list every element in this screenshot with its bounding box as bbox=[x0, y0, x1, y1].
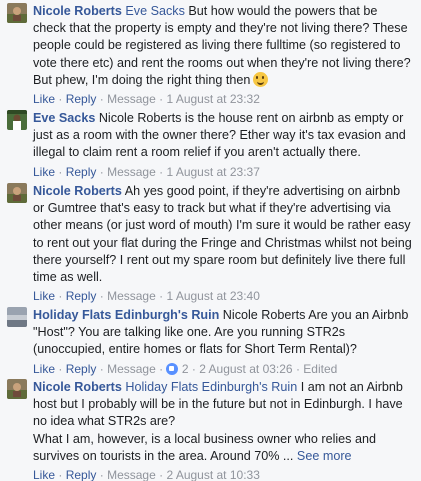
avatar[interactable] bbox=[7, 307, 27, 327]
edited-label[interactable]: Edited bbox=[303, 362, 337, 376]
like-link[interactable]: Like bbox=[33, 165, 55, 179]
like-link[interactable]: Like bbox=[33, 92, 55, 106]
comment-actions: Like · Reply · Message · 1 August at 23:… bbox=[33, 289, 260, 304]
comment-timestamp[interactable]: 1 August at 23:32 bbox=[166, 92, 259, 106]
comment-actions: Like · Reply · Message · 1 August at 23:… bbox=[33, 92, 260, 107]
like-reaction-icon[interactable] bbox=[166, 362, 179, 375]
message-link[interactable]: Message bbox=[107, 165, 156, 179]
avatar[interactable] bbox=[7, 183, 27, 203]
reply-link[interactable]: Reply bbox=[66, 92, 97, 106]
comment-actions: Like · Reply · Message · 1 August at 23:… bbox=[33, 164, 260, 179]
comment-text: Ah yes good point, if they're advertisin… bbox=[33, 184, 412, 285]
like-link[interactable]: Like bbox=[33, 289, 55, 303]
reply-link[interactable]: Reply bbox=[66, 468, 97, 481]
like-link[interactable]: Like bbox=[33, 468, 55, 481]
comment-actions: Like · Reply · Message · 2 · 2 August at… bbox=[33, 361, 338, 376]
comment-timestamp[interactable]: 2 August at 03:26 bbox=[199, 362, 292, 376]
message-link[interactable]: Message bbox=[107, 289, 156, 303]
reply-link[interactable]: Reply bbox=[66, 362, 97, 376]
comment-author[interactable]: Holiday Flats Edinburgh's Ruin bbox=[33, 308, 219, 322]
comment-actions: Like · Reply · Message · 2 August at 10:… bbox=[33, 468, 260, 481]
avatar[interactable] bbox=[7, 110, 27, 130]
message-link[interactable]: Message bbox=[107, 362, 156, 376]
comment-author[interactable]: Nicole Roberts bbox=[33, 184, 122, 198]
comment-mention[interactable]: Holiday Flats Edinburgh's Ruin bbox=[125, 380, 297, 394]
avatar[interactable] bbox=[7, 379, 27, 399]
see-more-link[interactable]: See more bbox=[297, 449, 352, 463]
like-link[interactable]: Like bbox=[33, 362, 55, 376]
comment-timestamp[interactable]: 1 August at 23:37 bbox=[166, 165, 259, 179]
message-link[interactable]: Message bbox=[107, 92, 156, 106]
smiling-face-icon bbox=[253, 71, 269, 87]
comment-timestamp[interactable]: 1 August at 23:40 bbox=[166, 289, 259, 303]
reply-link[interactable]: Reply bbox=[66, 165, 97, 179]
comment-timestamp[interactable]: 2 August at 10:33 bbox=[166, 468, 259, 481]
comment-mention[interactable]: Eve Sacks bbox=[125, 4, 185, 18]
avatar[interactable] bbox=[7, 3, 27, 23]
comment-author[interactable]: Eve Sacks bbox=[33, 111, 95, 125]
comment-author[interactable]: Nicole Roberts bbox=[33, 380, 122, 394]
reaction-count[interactable]: 2 bbox=[182, 362, 189, 376]
comment-author[interactable]: Nicole Roberts bbox=[33, 4, 122, 18]
reply-link[interactable]: Reply bbox=[66, 289, 97, 303]
comment-thread: Nicole Roberts Eve Sacks But how would t… bbox=[0, 0, 421, 481]
message-link[interactable]: Message bbox=[107, 468, 156, 481]
